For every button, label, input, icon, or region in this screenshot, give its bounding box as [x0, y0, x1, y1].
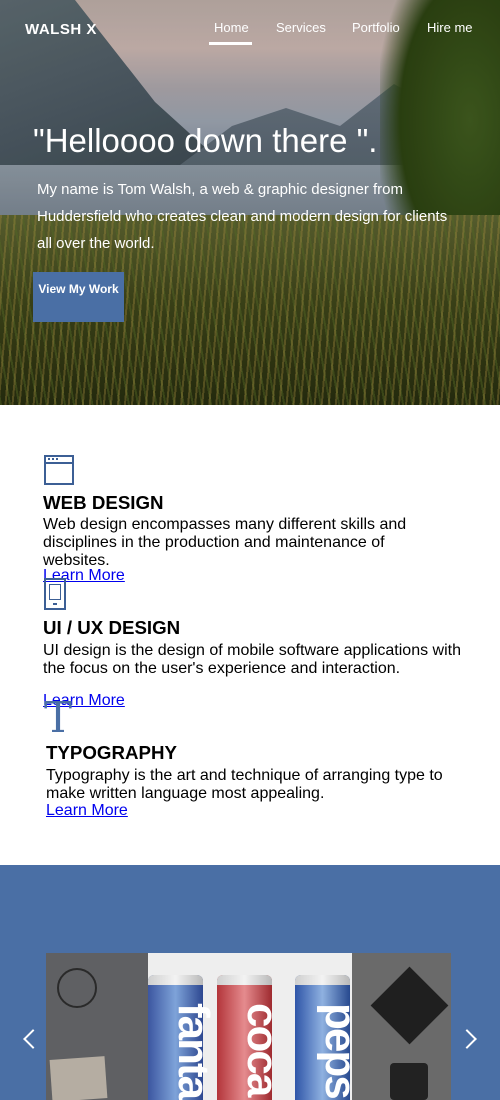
- view-my-work-button[interactable]: View My Work: [33, 272, 124, 322]
- service-title-ui-ux: UI / UX DESIGN: [43, 617, 181, 638]
- portfolio-slide-prev[interactable]: [46, 953, 148, 1100]
- card-graphic: [49, 1056, 108, 1100]
- chevron-right-icon[interactable]: [457, 1028, 477, 1052]
- nav-home[interactable]: Home: [214, 20, 249, 35]
- hero-intro-text: My name is Tom Walsh, a web & graphic de…: [37, 181, 448, 252]
- mobile-phone-icon: [44, 578, 66, 610]
- service-text-web-design: Web design encompasses many different sk…: [43, 516, 407, 569]
- nav-active-indicator: [209, 42, 252, 45]
- typography-t-icon: T: [44, 693, 73, 742]
- portfolio-slider[interactable]: fanta coca pepsi: [46, 953, 451, 1100]
- hero-title: "Helloooo down there ".: [33, 122, 378, 159]
- soda-can-coca: coca: [217, 975, 287, 1100]
- service-text-typography: Typography is the art and technique of a…: [46, 767, 443, 802]
- nav-hire-me[interactable]: Hire me: [427, 20, 473, 35]
- learn-more-link-typography[interactable]: Learn More: [46, 802, 128, 820]
- portfolio-slide-current[interactable]: fanta coca pepsi: [148, 953, 365, 1100]
- browser-window-icon: [44, 455, 74, 485]
- portfolio-slide-next[interactable]: [352, 953, 451, 1100]
- portfolio-section: fanta coca pepsi: [0, 865, 500, 1100]
- mug-graphic: [390, 1063, 428, 1100]
- stamp-graphic: [57, 968, 97, 1008]
- service-title-web-design: WEB DESIGN: [43, 492, 164, 513]
- main-nav: Home Services Portfolio Hire me: [0, 20, 500, 50]
- hero-section: WALSH X Home Services Portfolio Hire me …: [0, 0, 500, 405]
- service-text-ui-ux: UI design is the design of mobile softwa…: [43, 642, 461, 677]
- service-title-typography: TYPOGRAPHY: [46, 742, 177, 763]
- nav-portfolio[interactable]: Portfolio: [352, 20, 400, 35]
- nav-services[interactable]: Services: [276, 20, 326, 35]
- soda-can-pepsi: pepsi: [295, 975, 365, 1100]
- chevron-left-icon[interactable]: [21, 1028, 43, 1052]
- soda-can-fanta: fanta: [148, 975, 218, 1100]
- product-graphic: [370, 966, 449, 1045]
